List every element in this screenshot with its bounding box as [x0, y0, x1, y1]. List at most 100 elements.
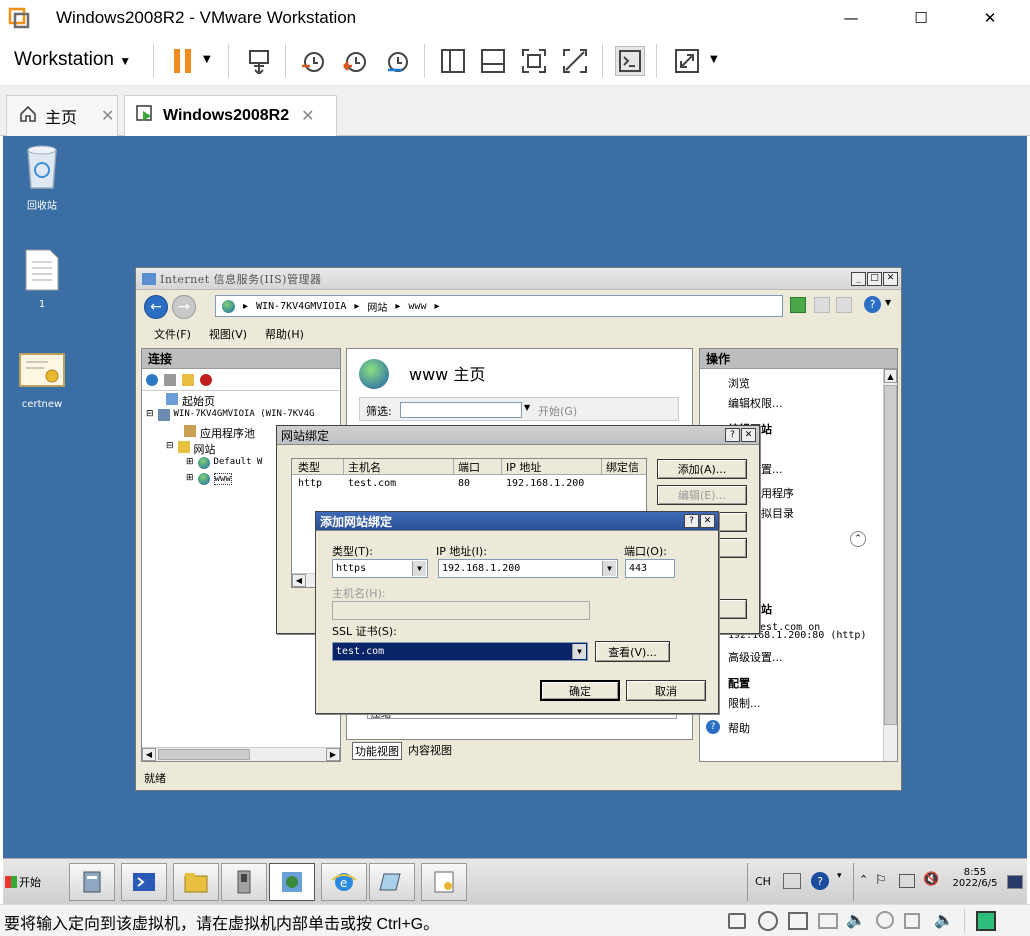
revert-snapshot-icon[interactable] — [340, 46, 370, 76]
col-host[interactable]: 主机名 — [344, 459, 454, 474]
ip-select[interactable]: 192.168.1.200 ▼ — [438, 559, 618, 578]
stretch-icon[interactable] — [672, 46, 702, 76]
edit-binding-button[interactable]: 编辑(E)... — [657, 485, 747, 505]
collapse-icon[interactable]: ⌃ — [850, 531, 866, 547]
clock[interactable]: 8:55 2022/6/5 — [947, 867, 1003, 889]
certificate-taskbar-icon[interactable] — [421, 863, 467, 901]
show-desktop-icon[interactable] — [1007, 875, 1023, 889]
message-icon[interactable] — [976, 911, 996, 931]
action-browse[interactable]: 浏览 — [728, 375, 750, 391]
sidebar-toggle-icon[interactable] — [438, 46, 468, 76]
save-icon[interactable] — [164, 373, 176, 386]
port-input[interactable]: 443 — [625, 559, 675, 578]
start-button[interactable]: 开始 — [5, 867, 55, 897]
type-select[interactable]: https ▼ — [332, 559, 428, 578]
scrollbar-thumb[interactable] — [884, 385, 897, 725]
horizontal-scrollbar[interactable]: ◀ ▶ — [142, 747, 340, 761]
add-binding-button[interactable]: 添加(A)... — [657, 459, 747, 479]
menu-view[interactable]: 视图(V) — [209, 326, 247, 342]
help-icon[interactable]: ? — [684, 514, 699, 528]
folder-up-icon[interactable] — [182, 373, 194, 386]
tab-home[interactable]: 主页 ✕ — [6, 95, 118, 136]
cancel-button[interactable]: 取消 — [626, 680, 706, 701]
snapshot-icon[interactable] — [298, 46, 328, 76]
tools-icon[interactable] — [221, 863, 267, 901]
close-icon[interactable]: ✕ — [101, 106, 114, 126]
usb-icon[interactable] — [904, 913, 920, 929]
desktop-icon-file-1[interactable]: 1 — [7, 248, 77, 310]
address-bar[interactable]: ▸ WIN-7KV4GMVIOIA ▸ 网站 ▸ www ▸ — [215, 295, 783, 317]
unity-icon[interactable] — [560, 46, 590, 76]
start-filter-button[interactable]: 开始(G) — [538, 403, 577, 419]
keyboard-icon[interactable] — [783, 873, 801, 889]
server-manager-icon[interactable] — [69, 863, 115, 901]
tree-item-server[interactable]: ⊟ WIN-7KV4GMVIOIA (WIN-7KV4G — [146, 409, 314, 421]
sound-icon[interactable]: 🔈 — [846, 910, 866, 929]
scrollbar-thumb[interactable] — [158, 749, 250, 760]
show-hidden-icons-icon[interactable]: ⌃ — [859, 873, 868, 886]
options-icon[interactable]: ▾ — [837, 871, 842, 881]
content-view-tab[interactable]: 内容视图 — [408, 742, 452, 760]
pause-icon[interactable] — [168, 46, 198, 76]
expand-icon[interactable]: ⊞ — [186, 457, 194, 469]
home-icon[interactable] — [836, 297, 852, 313]
collapse-icon[interactable]: ⊟ — [146, 409, 154, 421]
menu-help[interactable]: 帮助(H) — [265, 326, 304, 342]
flag-icon[interactable]: ⚐ — [875, 873, 887, 888]
chevron-down-icon[interactable]: ▼ — [885, 298, 891, 307]
explorer-icon[interactable] — [173, 863, 219, 901]
language-indicator[interactable]: CH — [755, 875, 771, 888]
send-ctrl-alt-del-icon[interactable] — [244, 46, 274, 76]
col-port[interactable]: 端口 — [454, 459, 502, 474]
back-button[interactable]: ← — [144, 295, 168, 319]
help-icon[interactable]: ? — [864, 296, 881, 313]
vertical-scrollbar[interactable]: ▲ — [883, 369, 897, 761]
action-help[interactable]: 帮助 — [728, 720, 750, 736]
table-row[interactable]: http test.com 80 192.168.1.200 — [292, 475, 646, 491]
view-certificate-button[interactable]: 查看(V)... — [595, 641, 670, 662]
connect-icon[interactable] — [146, 373, 158, 386]
network-adapter-icon[interactable] — [788, 912, 808, 930]
close-button[interactable]: ✕ — [700, 514, 715, 528]
chevron-down-icon[interactable]: ▼ — [710, 54, 718, 65]
ok-button[interactable]: 确定 — [540, 680, 620, 701]
network-icon[interactable] — [899, 874, 915, 888]
tree-item-app-pools[interactable]: 应用程序池 — [184, 425, 255, 441]
audio-icon[interactable]: 🔈 — [934, 910, 954, 929]
close-button[interactable]: ✕ — [741, 428, 756, 442]
disconnect-icon[interactable] — [200, 373, 212, 386]
stop-icon[interactable] — [814, 297, 830, 313]
snapshot-manager-icon[interactable] — [382, 46, 412, 76]
menu-file[interactable]: 文件(F) — [154, 326, 191, 342]
cd-rom-icon[interactable] — [758, 911, 778, 931]
fullscreen-icon[interactable] — [519, 46, 549, 76]
expand-icon[interactable]: ⊞ — [186, 473, 194, 485]
help-icon[interactable]: ? — [811, 872, 829, 890]
col-type[interactable]: 类型 — [292, 459, 344, 474]
printer-icon[interactable] — [818, 913, 838, 929]
iis-manager-taskbar-icon[interactable] — [269, 863, 315, 901]
chevron-down-icon[interactable]: ▼ — [412, 561, 426, 576]
desktop-icon-recycle-bin[interactable]: 回收站 — [7, 142, 77, 212]
action-advanced-settings[interactable]: 高级设置... — [728, 649, 783, 665]
hard-disk-icon[interactable] — [728, 913, 746, 929]
refresh-icon[interactable] — [790, 297, 806, 313]
col-binding-info[interactable]: 绑定信 — [602, 459, 646, 474]
minimize-button[interactable]: _ — [851, 271, 866, 286]
maximize-button[interactable]: ☐ — [898, 0, 944, 36]
forward-button[interactable]: → — [172, 295, 196, 319]
col-ip[interactable]: IP 地址 — [502, 459, 602, 474]
console-icon[interactable] — [615, 46, 645, 76]
feature-view-tab[interactable]: 功能视图 — [352, 742, 402, 760]
chevron-down-icon[interactable]: ▼ — [572, 644, 586, 659]
minimize-button[interactable]: — — [828, 0, 874, 36]
notepad-icon[interactable] — [369, 863, 415, 901]
workstation-menu[interactable]: Workstation ▼ — [14, 49, 131, 71]
host-input[interactable] — [332, 601, 590, 620]
action-limits[interactable]: 限制... — [728, 695, 761, 711]
action-edit-permissions[interactable]: 编辑权限... — [728, 395, 783, 411]
internet-explorer-icon[interactable]: e — [321, 863, 367, 901]
collapse-icon[interactable]: ⊟ — [166, 441, 174, 457]
thumbnail-bar-icon[interactable] — [478, 46, 508, 76]
maximize-button[interactable]: □ — [867, 271, 882, 286]
